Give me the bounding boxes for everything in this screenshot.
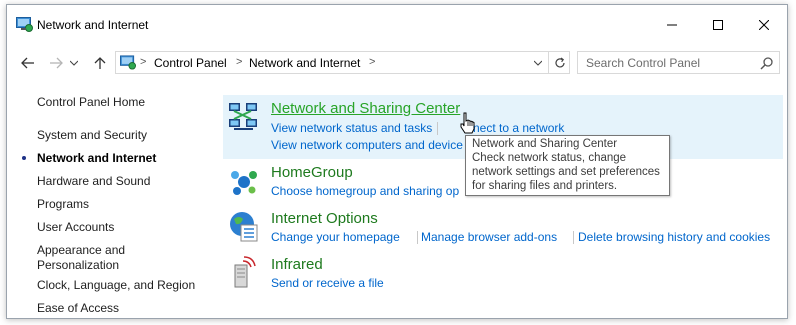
window-title: Network and Internet <box>37 18 149 32</box>
chevron-down-icon <box>534 60 542 66</box>
breadcrumb-separator[interactable]: > <box>236 56 242 68</box>
refresh-icon <box>554 57 565 67</box>
up-button[interactable] <box>89 52 111 74</box>
maximize-icon <box>713 20 723 30</box>
control-panel-window: Network and Internet > Control Panel > N… <box>6 4 788 319</box>
search-box[interactable]: Search Control Panel <box>577 51 780 74</box>
hand-cursor-icon <box>460 112 475 134</box>
network-sharing-icon <box>229 103 257 130</box>
link-separator <box>417 231 418 244</box>
link-separator <box>573 231 574 244</box>
link-send-receive-file[interactable]: Send or receive a file <box>271 276 384 290</box>
maximize-button[interactable] <box>695 5 741 45</box>
sidebar-item-ease-of-access[interactable]: Ease of Access <box>37 301 119 316</box>
search-icon[interactable] <box>760 56 774 70</box>
link-connect-to-network[interactable]: nect to a network <box>473 121 564 135</box>
back-arrow-icon <box>21 57 34 69</box>
title-bar[interactable]: Network and Internet <box>7 5 787 45</box>
link-change-homepage[interactable]: Change your homepage <box>271 230 400 244</box>
breadcrumb-separator[interactable]: > <box>369 56 375 68</box>
sidebar-item-appearance-and-personalization[interactable]: Appearance and Personalization <box>37 243 125 273</box>
category-title-homegroup[interactable]: HomeGroup <box>271 164 353 181</box>
sidebar: Control Panel Home System and Security N… <box>7 81 217 318</box>
sidebar-item-network-and-internet[interactable]: Network and Internet <box>37 151 156 166</box>
sidebar-item-programs[interactable]: Programs <box>37 197 89 212</box>
close-button[interactable] <box>741 5 787 45</box>
back-button[interactable] <box>17 52 39 74</box>
link-view-network-status[interactable]: View network status and tasks <box>271 121 432 135</box>
infrared-icon <box>234 256 256 288</box>
sidebar-item-hardware-and-sound[interactable]: Hardware and Sound <box>37 174 150 189</box>
sidebar-item-control-panel-home[interactable]: Control Panel Home <box>37 95 145 110</box>
breadcrumb-separator[interactable]: > <box>140 56 146 68</box>
category-title-internet-options[interactable]: Internet Options <box>271 210 378 227</box>
tooltip-text: network settings and set preferences <box>472 166 660 178</box>
sidebar-item-user-accounts[interactable]: User Accounts <box>37 220 114 235</box>
minimize-icon <box>667 24 677 26</box>
search-input[interactable]: Search Control Panel <box>586 56 700 70</box>
control-panel-icon <box>16 17 33 32</box>
breadcrumb-control-panel[interactable]: Control Panel <box>154 56 227 70</box>
forward-arrow-icon <box>50 57 63 69</box>
category-internet-options[interactable]: Internet Options Change your homepage Ma… <box>223 207 783 247</box>
address-toolbar: > Control Panel > Network and Internet >… <box>7 45 787 81</box>
link-separator <box>437 122 438 135</box>
tooltip-title: Network and Sharing Center <box>472 138 618 150</box>
address-history-dropdown[interactable] <box>527 52 548 73</box>
sidebar-item-label: Personalization <box>37 258 120 272</box>
category-title-network-sharing-center[interactable]: Network and Sharing Center <box>271 100 460 117</box>
active-bullet-icon <box>22 156 26 160</box>
breadcrumb-network-and-internet[interactable]: Network and Internet <box>249 56 360 70</box>
refresh-button[interactable] <box>548 52 570 73</box>
category-list: Network and Sharing Center View network … <box>223 81 787 318</box>
link-choose-homegroup[interactable]: Choose homegroup and sharing op <box>271 184 459 198</box>
minimize-button[interactable] <box>649 5 695 45</box>
up-arrow-icon <box>94 57 106 69</box>
address-bar[interactable]: > Control Panel > Network and Internet > <box>115 51 570 74</box>
forward-button[interactable] <box>45 52 67 74</box>
tooltip-text: Check network status, change <box>472 152 627 164</box>
sidebar-item-label: Appearance and <box>37 243 126 257</box>
sidebar-item-clock-language-region[interactable]: Clock, Language, and Region <box>37 278 195 293</box>
link-view-network-computers[interactable]: View network computers and device <box>271 138 463 152</box>
internet-options-icon <box>230 212 258 242</box>
sidebar-item-system-and-security[interactable]: System and Security <box>37 128 147 143</box>
category-title-infrared[interactable]: Infrared <box>271 256 323 273</box>
tooltip-text: for sharing files and printers. <box>472 180 618 192</box>
link-manage-add-ons[interactable]: Manage browser add-ons <box>421 230 557 244</box>
chevron-down-icon <box>70 60 78 66</box>
tooltip: Network and Sharing Center Check network… <box>465 135 670 196</box>
category-infrared[interactable]: Infrared Send or receive a file <box>223 253 783 293</box>
close-icon <box>759 20 769 30</box>
link-delete-browsing-history[interactable]: Delete browsing history and cookies <box>578 230 770 244</box>
control-panel-icon <box>120 55 136 70</box>
homegroup-icon <box>231 171 257 195</box>
recent-locations-button[interactable] <box>67 52 81 74</box>
